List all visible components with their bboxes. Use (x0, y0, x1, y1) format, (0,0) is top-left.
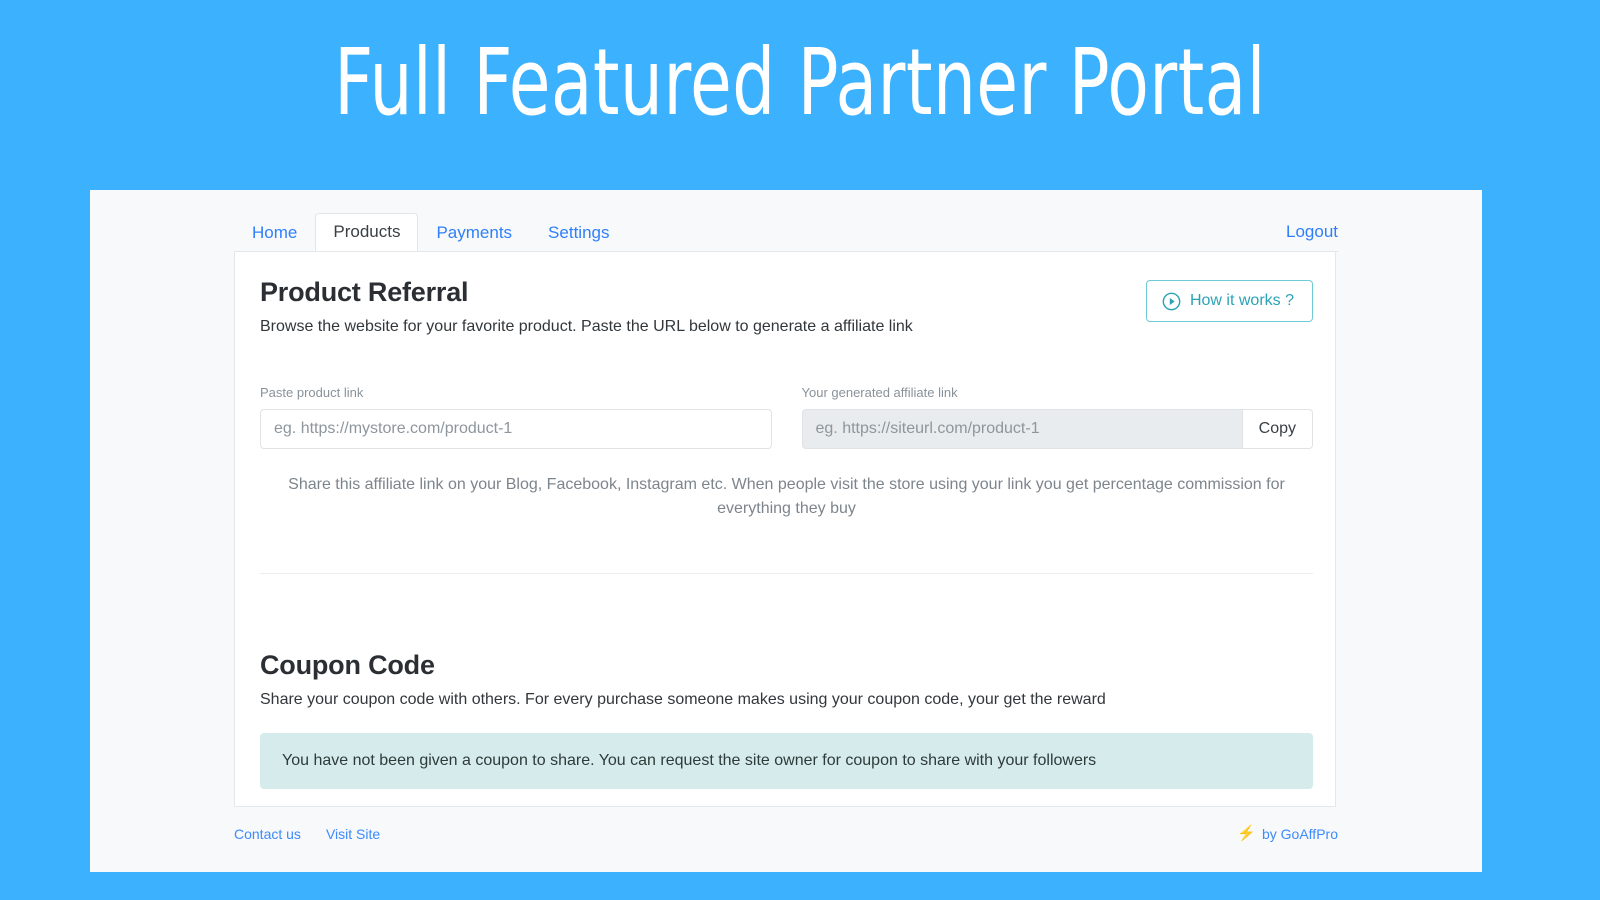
lightning-bolt-icon: ⚡ (1237, 825, 1256, 842)
tab-payments[interactable]: Payments (418, 214, 530, 252)
affiliate-link-form: Paste product link Your generated affili… (260, 384, 1313, 449)
footer-links: Contact us Visit Site (234, 824, 380, 844)
coupon-alert-banner: You have not been given a coupon to shar… (260, 733, 1313, 789)
tab-settings[interactable]: Settings (530, 214, 627, 252)
card-inner: Product Referral Browse the website for … (260, 274, 1313, 789)
tab-bar: Home Products Payments Settings Logout (234, 213, 1338, 252)
hero-banner: Full Featured Partner Portal (0, 0, 1600, 190)
app-panel: Home Products Payments Settings Logout P… (90, 190, 1482, 872)
contact-us-link[interactable]: Contact us (234, 824, 301, 844)
product-link-label: Paste product link (260, 385, 364, 400)
footer-brand[interactable]: ⚡ by GoAffPro (1237, 824, 1338, 844)
affiliate-link-label: Your generated affiliate link (801, 385, 958, 400)
coupon-code-description: Share your coupon code with others. For … (260, 691, 1106, 708)
coupon-code-title: Coupon Code (260, 650, 435, 680)
app-footer: Contact us Visit Site ⚡ by GoAffPro (234, 824, 1338, 846)
affiliate-link-input[interactable] (801, 409, 1242, 449)
product-referral-header: Product Referral Browse the website for … (260, 274, 1313, 358)
tab-home[interactable]: Home (234, 214, 315, 252)
product-link-input[interactable] (260, 409, 772, 449)
play-circle-icon (1162, 292, 1181, 311)
affiliate-link-field-group: Your generated affiliate link Copy (801, 384, 1313, 449)
visit-site-link[interactable]: Visit Site (326, 824, 380, 844)
affiliate-link-input-group: Copy (801, 409, 1313, 449)
tab-products[interactable]: Products (315, 213, 419, 252)
product-link-field-group: Paste product link (260, 384, 772, 449)
logout-link[interactable]: Logout (1286, 222, 1338, 242)
how-it-works-label: How it works ? (1189, 292, 1294, 309)
content-card: Product Referral Browse the website for … (234, 251, 1336, 807)
section-divider (260, 573, 1313, 574)
copy-button[interactable]: Copy (1241, 409, 1313, 449)
how-it-works-button[interactable]: How it works ? (1145, 280, 1313, 322)
coupon-code-section: Coupon Code Share your coupon code with … (260, 647, 1313, 789)
hero-title: Full Featured Partner Portal (334, 29, 1266, 136)
footer-brand-label: by GoAffPro (1261, 826, 1338, 842)
share-note: Share this affiliate link on your Blog, … (288, 476, 1285, 517)
